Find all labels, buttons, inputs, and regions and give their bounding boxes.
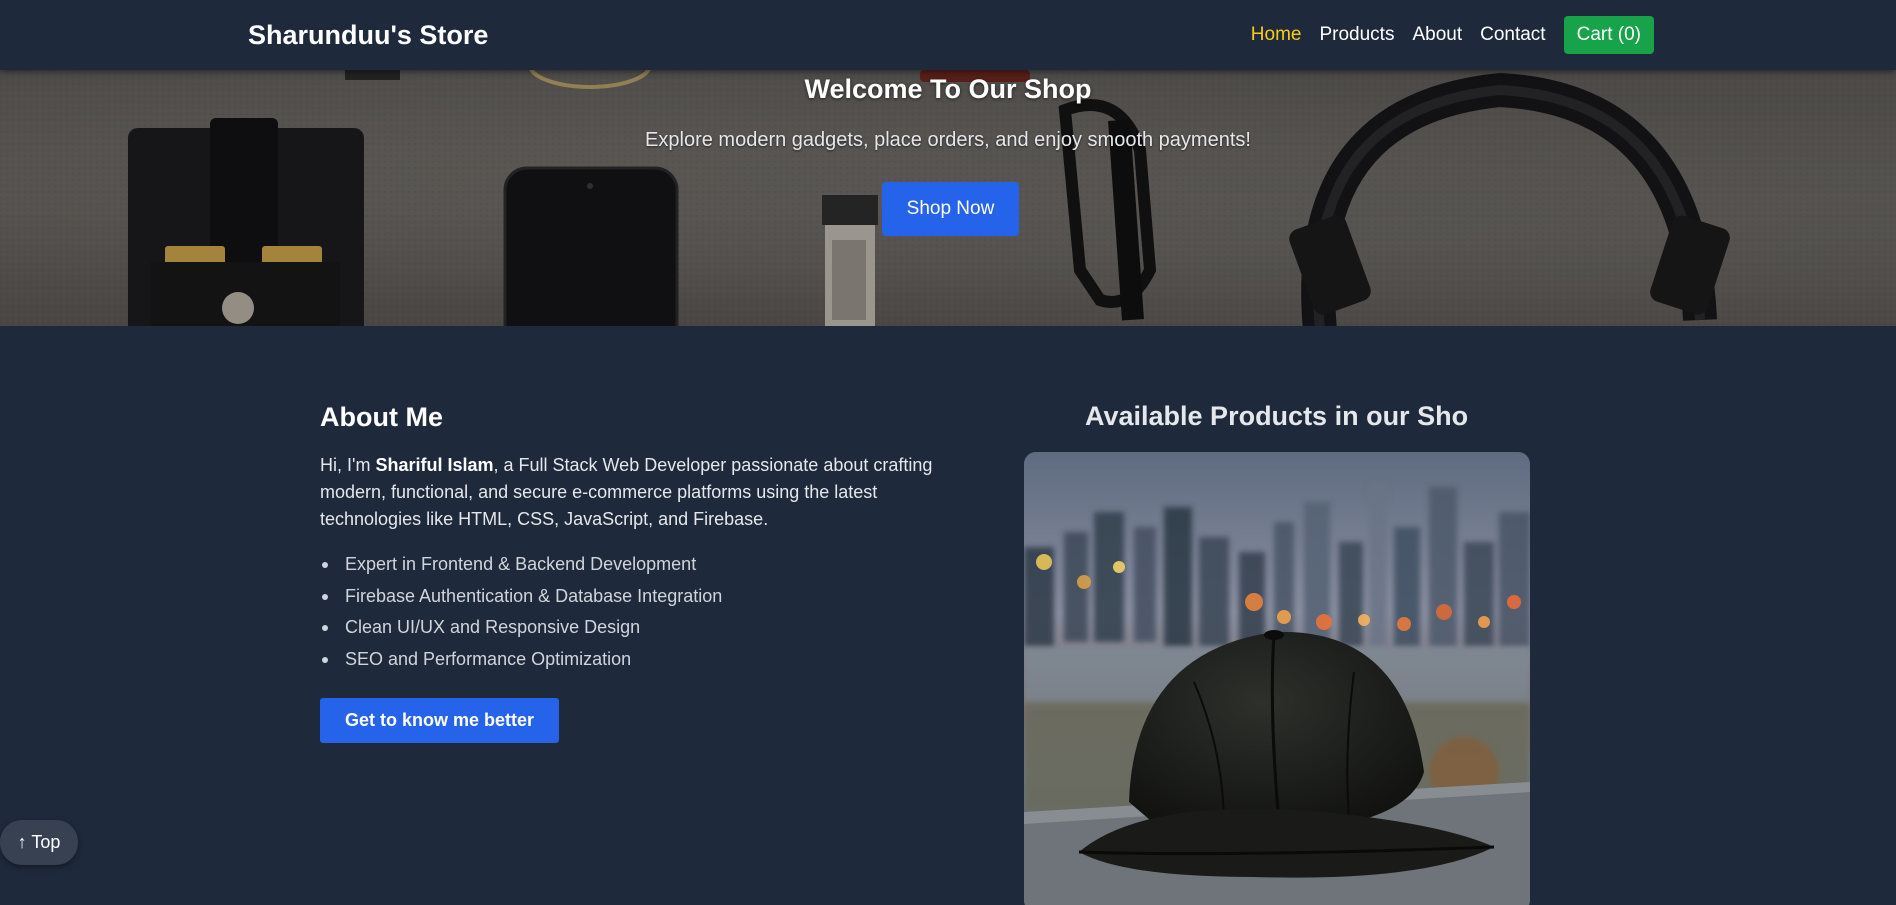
nav-link-products[interactable]: Products (1319, 24, 1394, 46)
nav-links: Home Products About Contact Cart (0) (1251, 15, 1654, 54)
about-name: Shariful Islam (375, 455, 494, 475)
hero-title: Welcome To Our Shop (804, 74, 1092, 104)
shop-now-button[interactable]: Shop Now (882, 182, 1019, 236)
about-title: About Me (320, 402, 443, 432)
list-item: Firebase Authentication & Database Integ… (320, 582, 920, 614)
list-item: Expert in Frontend & Backend Development (320, 550, 920, 582)
product-carousel-image[interactable] (1024, 452, 1530, 905)
about-intro-before: Hi, I'm (320, 455, 376, 475)
cart-button[interactable]: Cart (0) (1563, 15, 1654, 54)
nav-link-contact[interactable]: Contact (1480, 24, 1545, 46)
list-item: Clean UI/UX and Responsive Design (320, 613, 920, 645)
nav-link-home[interactable]: Home (1251, 24, 1302, 46)
hero-subtitle: Explore modern gadgets, place orders, an… (645, 129, 1251, 151)
about-intro: Hi, I'm Shariful Islam, a Full Stack Web… (320, 452, 940, 533)
know-me-button[interactable]: Get to know me better (320, 698, 559, 743)
list-item: SEO and Performance Optimization (320, 645, 920, 677)
nav-link-about[interactable]: About (1412, 24, 1462, 46)
brand-logo[interactable]: Sharunduu's Store (248, 20, 488, 51)
skills-list: Expert in Frontend & Backend Development… (320, 550, 920, 676)
cap-product-image (1024, 452, 1530, 905)
navbar: Sharunduu's Store Home Products About Co… (0, 0, 1896, 70)
scroll-top-button[interactable]: ↑ Top (0, 820, 78, 865)
hero-banner: Welcome To Our Shop Explore modern gadge… (0, 70, 1896, 326)
products-title: Available Products in our Shop (1085, 401, 1469, 431)
